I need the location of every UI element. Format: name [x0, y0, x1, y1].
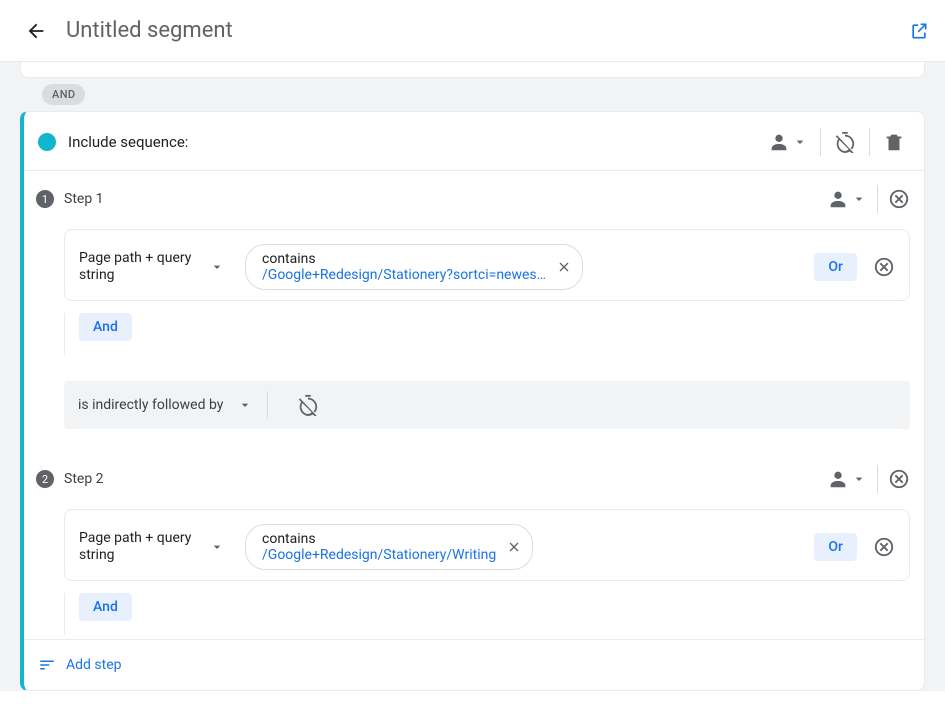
chevron-down-icon [851, 191, 867, 207]
dimension-name: Page path + query string [79, 530, 199, 565]
remove-condition-button[interactable] [873, 256, 895, 278]
sequence-color-dot [38, 133, 56, 151]
remove-step-button[interactable] [888, 468, 910, 490]
filter-value: /Google+Redesign/Stationery?sortci=newes… [262, 267, 546, 283]
transition-timer-button[interactable] [296, 393, 320, 417]
separator [267, 391, 268, 419]
step-number-badge: 2 [36, 470, 54, 488]
page-title: Untitled segment [66, 18, 909, 43]
chevron-down-icon [851, 471, 867, 487]
or-button[interactable]: Or [814, 533, 857, 561]
connector-and: AND [42, 84, 85, 105]
step-transition-dropdown[interactable]: is indirectly followed by [64, 381, 910, 429]
filter-value: /Google+Redesign/Stationery/Writing [262, 547, 496, 563]
separator [877, 465, 878, 493]
sequence-scope-dropdown[interactable] [768, 131, 808, 153]
filter-operator: contains [262, 251, 546, 267]
remove-condition-button[interactable] [873, 536, 895, 558]
step-label: Step 2 [64, 471, 817, 487]
filter-operator: contains [262, 531, 496, 547]
add-step-label: Add step [66, 657, 122, 673]
clear-filter-button[interactable] [556, 259, 572, 275]
dimension-name: Page path + query string [79, 250, 199, 285]
sort-icon [38, 656, 56, 674]
remove-step-button[interactable] [888, 188, 910, 210]
step-scope-dropdown[interactable] [827, 188, 867, 210]
filter-chip[interactable]: contains /Google+Redesign/Stationery?sor… [245, 244, 583, 290]
chevron-down-icon [209, 539, 225, 555]
chevron-down-icon [209, 259, 225, 275]
and-button[interactable]: And [79, 593, 132, 621]
add-step-button[interactable]: Add step [24, 639, 924, 690]
or-button[interactable]: Or [814, 253, 857, 281]
sequence-timer-off-button[interactable] [833, 130, 857, 154]
separator [820, 128, 821, 156]
previous-card-tail [20, 62, 925, 78]
clear-filter-button[interactable] [506, 539, 522, 555]
step-label: Step 1 [64, 191, 817, 207]
step-number-badge: 1 [36, 190, 54, 208]
filter-chip[interactable]: contains /Google+Redesign/Stationery/Wri… [245, 524, 533, 570]
external-link-icon[interactable] [909, 21, 929, 41]
dimension-picker[interactable]: Page path + query string [79, 250, 229, 285]
separator [877, 185, 878, 213]
sequence-card: Include sequence: 1 Step 1 [20, 111, 925, 691]
separator [869, 128, 870, 156]
chevron-down-icon [792, 134, 808, 150]
sequence-title: Include sequence: [68, 133, 756, 151]
condition-row: Page path + query string contains /Googl… [64, 229, 910, 301]
condition-row: Page path + query string contains /Googl… [64, 509, 910, 581]
chevron-down-icon [237, 397, 253, 413]
transition-label: is indirectly followed by [78, 397, 223, 413]
sequence-delete-button[interactable] [882, 130, 906, 154]
dimension-picker[interactable]: Page path + query string [79, 530, 229, 565]
back-button[interactable] [24, 19, 48, 43]
and-button[interactable]: And [79, 313, 132, 341]
step-scope-dropdown[interactable] [827, 468, 867, 490]
